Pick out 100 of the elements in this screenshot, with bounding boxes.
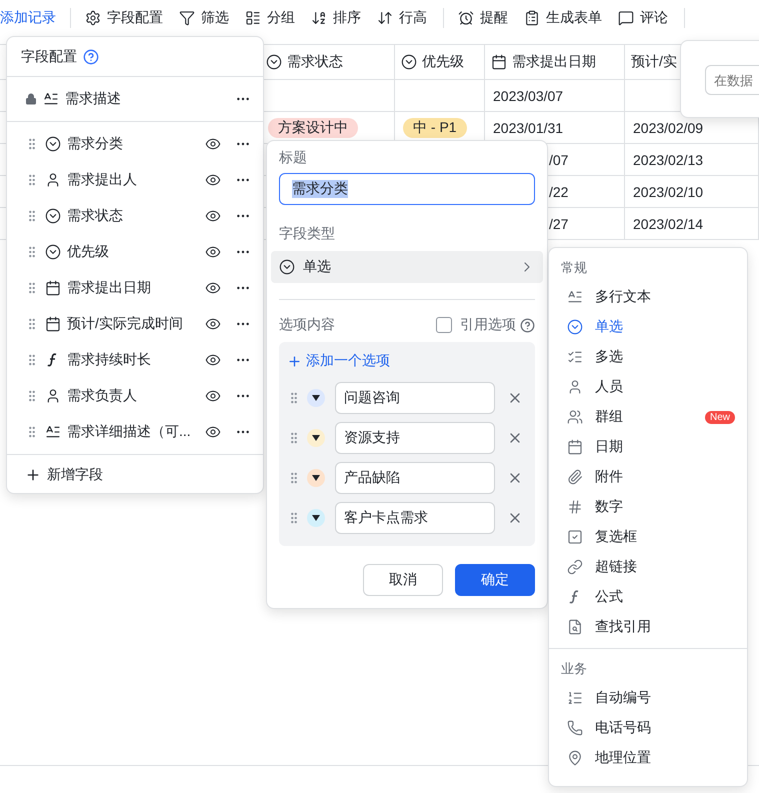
confirm-button[interactable]: 确定 [455, 564, 535, 596]
add-field-button[interactable]: 新增字段 [7, 455, 263, 495]
menu-item[interactable]: 日期 [549, 432, 747, 462]
add-record-button[interactable]: 添加记录 [0, 9, 70, 27]
column-header[interactable]: 需求提出日期 [485, 44, 625, 80]
alarm-clock-icon [458, 10, 474, 26]
menu-item[interactable]: 附件 [549, 462, 747, 492]
eye-icon[interactable] [205, 208, 221, 224]
person-icon [45, 172, 61, 188]
menu-item[interactable]: 超链接 [549, 552, 747, 582]
sort-icon [311, 10, 327, 26]
gear-icon [85, 10, 101, 26]
menu-item[interactable]: 单选 [549, 312, 747, 342]
section-title: 业务 [560, 660, 588, 678]
eye-icon[interactable] [205, 424, 221, 440]
menu-item[interactable]: 查找引用 [549, 612, 747, 642]
table-cell: 2023/03/07 [485, 80, 625, 112]
menu-item[interactable]: 群组 New [549, 402, 747, 432]
help-icon[interactable] [83, 48, 99, 64]
help-icon[interactable] [520, 318, 535, 332]
location-pin-icon [567, 750, 583, 766]
column-title: 需求状态 [287, 53, 343, 71]
menu-item[interactable]: 多选 [549, 342, 747, 372]
color-dot[interactable] [307, 429, 325, 447]
option-field[interactable]: 产品缺陷 [335, 462, 495, 494]
lock-icon [25, 93, 37, 105]
menu-item[interactable]: 自动编号 [549, 683, 747, 713]
toolbar-button[interactable]: 提醒 [458, 9, 508, 27]
calendar-icon [45, 280, 61, 296]
checkbox[interactable] [436, 317, 452, 333]
search-field[interactable]: 在数据 [705, 65, 759, 95]
field-row[interactable]: 预计/实际完成时间 [7, 306, 263, 342]
toolbar-button[interactable]: 分组 [245, 9, 295, 27]
numbered-list-icon [567, 690, 583, 706]
menu-item[interactable]: 人员 [549, 372, 747, 402]
chevron-circle-icon [45, 208, 61, 224]
menu-item[interactable]: 地理位置 [549, 743, 747, 773]
table-cell: 2023/02/10 [625, 176, 759, 208]
chevron-circle-icon [279, 259, 295, 275]
column-header[interactable]: 优先级 [395, 44, 485, 80]
title-label: 标题 [279, 149, 308, 167]
checklist-icon [567, 349, 583, 365]
calendar-icon [45, 316, 61, 332]
text-lines-icon [45, 424, 61, 440]
color-dot[interactable] [307, 509, 325, 527]
eye-icon[interactable] [205, 280, 221, 296]
eye-icon[interactable] [205, 316, 221, 332]
menu-item[interactable]: 数字 [549, 492, 747, 522]
field-row[interactable]: 需求状态 [7, 198, 263, 234]
status-tag: 方案设计中 [268, 118, 358, 138]
toolbar-button[interactable]: 行高 [377, 9, 427, 27]
eye-icon[interactable] [205, 244, 221, 260]
link-icon [567, 559, 583, 575]
text-lines-icon [567, 289, 583, 305]
color-dot[interactable] [307, 469, 325, 487]
option-field[interactable]: 客户卡点需求 [335, 502, 495, 534]
person-icon [567, 379, 583, 395]
eye-icon[interactable] [205, 172, 221, 188]
row-height-icon [377, 10, 393, 26]
toolbar-button[interactable]: 字段配置 [85, 9, 163, 27]
text-lines-icon [43, 91, 59, 107]
add-option-button[interactable]: 添加一个选项 [287, 352, 527, 370]
eye-icon[interactable] [205, 136, 221, 152]
new-badge: New [704, 410, 735, 424]
option-field[interactable]: 问题咨询 [335, 382, 495, 414]
priority-tag: 中 - P1 [403, 118, 467, 138]
eye-icon[interactable] [205, 388, 221, 404]
chevron-circle-icon [266, 54, 282, 70]
chevron-circle-icon [45, 244, 61, 260]
type-label: 字段类型 [279, 225, 336, 243]
column-title: 优先级 [422, 53, 464, 71]
field-row[interactable]: 需求描述 [7, 77, 263, 121]
phone-icon [567, 720, 583, 736]
toolbar-button[interactable]: 生成表单 [524, 9, 602, 27]
menu-item[interactable]: 复选框 [549, 522, 747, 552]
section-title: 常规 [560, 259, 588, 277]
field-row[interactable]: 优先级 [7, 234, 263, 270]
menu-item[interactable]: 多行文本 [549, 282, 747, 312]
field-type-select[interactable]: 单选 [271, 251, 543, 283]
paperclip-icon [567, 469, 583, 485]
eye-icon[interactable] [205, 352, 221, 368]
toolbar-button[interactable]: 评论 [618, 9, 668, 27]
person-icon [45, 388, 61, 404]
cancel-button[interactable]: 取消 [363, 564, 443, 596]
field-row[interactable]: 需求提出人 [7, 162, 263, 198]
color-dot[interactable] [307, 389, 325, 407]
menu-item[interactable]: 电话号码 [549, 713, 747, 743]
field-row[interactable]: 需求详细描述（可... [7, 414, 263, 450]
field-row[interactable]: 需求负责人 [7, 378, 263, 414]
field-row[interactable]: 需求分类 [7, 126, 263, 162]
field-row[interactable]: 需求提出日期 [7, 270, 263, 306]
title-field[interactable]: 需求分类 [279, 173, 535, 205]
option-field[interactable]: 资源支持 [335, 422, 495, 454]
plus-icon [287, 354, 302, 368]
menu-item[interactable]: 公式 [549, 582, 747, 612]
options-label: 选项内容 [279, 316, 336, 334]
field-row[interactable]: 需求持续时长 [7, 342, 263, 378]
toolbar-button[interactable]: 排序 [311, 9, 361, 27]
checkbox-label: 引用选项 [460, 316, 516, 334]
toolbar-button[interactable]: 筛选 [179, 9, 229, 27]
